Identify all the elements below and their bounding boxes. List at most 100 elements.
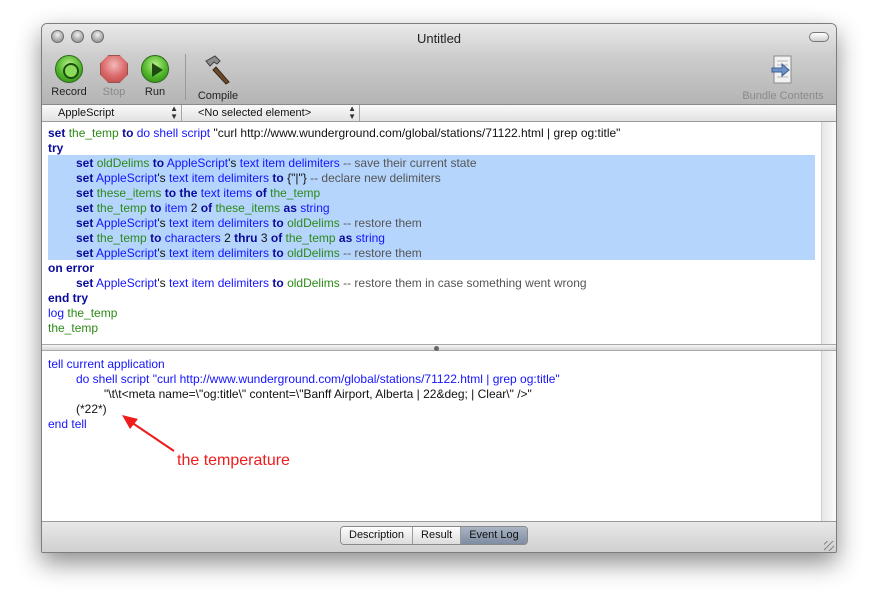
event-log-pane[interactable]: tell current application do shell script… <box>42 351 821 521</box>
keyword: as <box>338 231 353 245</box>
class-name: AppleScript <box>96 171 158 185</box>
keyword: of <box>270 231 283 245</box>
property: text item delimiters <box>239 156 340 170</box>
bundle-contents-button[interactable]: Bundle Contents <box>735 55 831 102</box>
keyword: thru <box>234 231 258 245</box>
keyword: set <box>76 216 94 230</box>
variable: the_temp <box>96 231 147 245</box>
possessive: 's <box>157 246 166 260</box>
bundle-contents-icon <box>771 55 792 84</box>
script-editor[interactable]: set the_temp to do shell script "curl ht… <box>42 122 821 344</box>
comment: -- declare new delimiters <box>310 171 441 185</box>
navigation-bar: AppleScript ▲ ▼ <No selected element> ▲ ▼ <box>42 105 836 122</box>
script-line: set the_temp to do shell script "curl ht… <box>48 126 620 141</box>
language-popup[interactable]: AppleScript ▲ ▼ <box>42 105 182 121</box>
keyword: on error <box>48 261 95 275</box>
keyword: to <box>272 171 284 185</box>
variable: the_temp <box>67 306 118 320</box>
keyword: to <box>150 231 162 245</box>
keyword: set <box>76 276 94 290</box>
keyword: try <box>48 141 64 155</box>
keyword: as <box>283 201 297 215</box>
script-line: set AppleScript's text item delimiters t… <box>76 276 587 291</box>
list-literal: {"|"} <box>287 171 307 185</box>
stop-icon <box>100 55 128 83</box>
log-line: "\t\t<meta name=\"og:title\" content=\"B… <box>104 387 532 401</box>
hammer-icon <box>205 55 230 85</box>
keyword: of <box>200 201 213 215</box>
element-value: <No selected element> <box>198 107 312 119</box>
command: do shell script <box>136 126 211 140</box>
class-name: characters <box>164 231 221 245</box>
keyword: set <box>76 186 94 200</box>
script-line: set AppleScript's text item delimiters t… <box>76 216 422 231</box>
variable: the_temp <box>96 201 147 215</box>
keyword: of <box>255 186 267 200</box>
variable: the_temp <box>270 186 321 200</box>
resize-grip-icon[interactable] <box>824 541 834 551</box>
language-value: AppleScript <box>58 107 115 119</box>
pane-splitter[interactable] <box>42 344 836 351</box>
annotation-label: the temperature <box>177 452 290 469</box>
compile-label: Compile <box>197 90 239 102</box>
tab-result[interactable]: Result <box>413 527 462 544</box>
run-button[interactable]: Run <box>135 55 175 98</box>
comment: -- restore them <box>343 246 422 260</box>
toolbar-toggle-button[interactable] <box>809 32 829 42</box>
annotation-arrow-icon <box>122 415 175 452</box>
comment: -- save their current state <box>343 156 477 170</box>
popup-arrows-icon: ▲ ▼ <box>348 104 356 121</box>
variable: oldDelims <box>287 216 340 230</box>
keyword: set <box>76 246 94 260</box>
keyword: set <box>76 231 94 245</box>
class-name: string <box>300 201 330 215</box>
run-label: Run <box>144 86 166 98</box>
script-line: set the_temp to item 2 of these_items as… <box>76 201 330 216</box>
possessive: 's <box>157 276 166 290</box>
keyword: to <box>152 156 165 170</box>
log-scrollbar[interactable] <box>821 351 836 521</box>
script-line: on error <box>48 261 94 276</box>
class-name: AppleScript <box>166 156 229 170</box>
variable: oldDelims <box>96 156 150 170</box>
number-literal: 2 <box>224 231 231 245</box>
variable: these_items <box>96 186 162 200</box>
script-line: set the_temp to characters 2 thru 3 of t… <box>76 231 385 246</box>
script-line: end try <box>48 291 88 306</box>
variable: oldDelims <box>287 276 340 290</box>
keyword: set <box>76 156 94 170</box>
property: text item delimiters <box>169 216 270 230</box>
keyword: to <box>272 276 284 290</box>
keyword: set <box>76 201 94 215</box>
string-literal: "curl http://www.wunderground.com/global… <box>213 126 621 140</box>
variable: the_temp <box>48 321 99 335</box>
property: text item delimiters <box>169 246 270 260</box>
bundle-contents-label: Bundle Contents <box>742 90 824 102</box>
compile-button[interactable]: Compile <box>196 55 240 102</box>
class-name: AppleScript <box>96 216 158 230</box>
comment: -- restore them <box>343 216 422 230</box>
log-line: tell current application <box>48 357 165 371</box>
log-line: end tell <box>48 417 87 431</box>
toolbar-separator <box>185 54 186 100</box>
element-popup[interactable]: <No selected element> ▲ ▼ <box>182 105 360 121</box>
bottom-bar: Description Result Event Log <box>42 521 836 552</box>
script-line: set these_items to the text items of the… <box>76 186 320 201</box>
class-name: AppleScript <box>96 276 158 290</box>
keyword: to <box>150 201 162 215</box>
editor-scrollbar[interactable] <box>821 122 836 344</box>
tab-description[interactable]: Description <box>341 527 414 544</box>
keyword: to the <box>164 186 198 200</box>
keyword: set <box>48 126 66 140</box>
variable: the_temp <box>68 126 119 140</box>
tab-event-log[interactable]: Event Log <box>461 527 527 544</box>
record-button[interactable]: Record <box>49 55 89 98</box>
class-name: item <box>164 201 188 215</box>
popup-arrows-icon: ▲ ▼ <box>170 104 178 121</box>
stop-button[interactable]: Stop <box>94 55 134 98</box>
stop-label: Stop <box>102 86 126 98</box>
log-line: do shell script "curl http://www.wunderg… <box>76 372 560 386</box>
possessive: 's <box>157 216 166 230</box>
record-icon <box>55 55 83 83</box>
keyword: set <box>76 171 94 185</box>
